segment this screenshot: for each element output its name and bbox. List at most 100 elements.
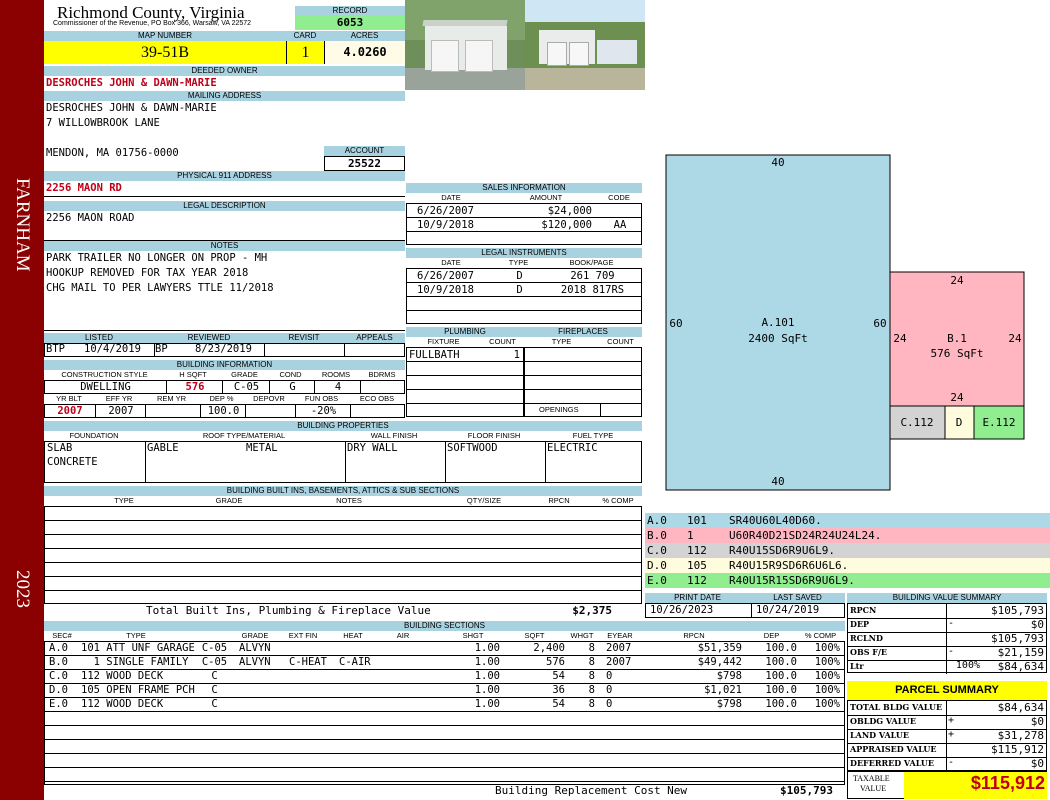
last-saved: 10/24/2019 xyxy=(756,604,820,616)
instrument-row-1-book: 261 709 xyxy=(570,270,615,282)
summary-label: RPCN xyxy=(850,605,877,615)
section-cell: 54 xyxy=(552,670,565,682)
map-number: 39-51B xyxy=(44,41,286,64)
section-cell: A.0 xyxy=(49,642,68,654)
built-ins-table xyxy=(44,506,642,604)
section-header: SEC# xyxy=(52,631,72,640)
summary-value: $0 xyxy=(1030,715,1044,728)
section-cell: 100% xyxy=(814,642,840,654)
sketch-b-top: 24 xyxy=(950,274,964,287)
summary-value: $105,793 xyxy=(991,632,1044,645)
effective-year: 2007 xyxy=(95,405,146,418)
section-cell: C-05 xyxy=(201,656,228,668)
sales-amount-header: AMOUNT xyxy=(529,193,563,202)
district-sidebar: FARNHAM 2023 xyxy=(0,0,44,800)
section-cell: 1 SINGLE FAMILY xyxy=(81,656,189,668)
record-label: RECORD xyxy=(295,6,405,16)
fireplace-table: OPENINGS xyxy=(524,347,642,417)
instrument-book-header: BOOK/PAGE xyxy=(569,258,614,267)
sketch-code-sec: D.0 xyxy=(647,559,667,572)
sketch-code-type: 105 xyxy=(687,559,707,572)
sketch-code-vector: R40U15R9SD6R6U6L6. xyxy=(729,559,849,572)
sales-row-2-amount: $120,000 xyxy=(541,219,592,231)
sketch-b-left: 24 xyxy=(893,332,907,345)
summary-label: TOTAL BLDG VALUE xyxy=(850,702,943,712)
county-address: Commissioner of the Revenue, PO Box 366,… xyxy=(53,20,252,27)
section-cell: 8 xyxy=(588,670,595,682)
map-number-label: MAP NUMBER xyxy=(44,31,286,41)
section-header: % COMP xyxy=(804,631,837,640)
summary-label: DEFERRED VALUE xyxy=(850,758,934,768)
replacement-cost-label: Building Replacement Cost New xyxy=(495,784,688,797)
heated-sqft: 576 xyxy=(166,381,223,394)
roof-material: METAL xyxy=(246,442,278,454)
plumbing-count-header: COUNT xyxy=(489,337,516,346)
section-cell: ALVYN xyxy=(239,656,271,668)
floor-header: FLOOR FINISH xyxy=(467,431,521,440)
remaining-year xyxy=(145,405,201,418)
sales-row-2-code: AA xyxy=(613,219,627,231)
depreciation-override xyxy=(245,405,296,418)
sketch-code-vector: U60R40D21SD24R24U24L24. xyxy=(729,529,882,542)
summary-sign: - xyxy=(948,618,955,629)
sketch-code-row: D.0 105 R40U15R9SD6R6U6L6. xyxy=(645,558,1050,573)
wall-header: WALL FINISH xyxy=(370,431,418,440)
instrument-row-2-date: 10/9/2018 xyxy=(417,284,474,296)
building-sections-table: A.0 101 ATT UNF GARAGE C-05 ALVYN 1.00 2,400 8… xyxy=(44,641,845,785)
instrument-row-1-type: D xyxy=(516,270,523,282)
physical-address: 2256 MAON RD xyxy=(46,182,122,194)
sketch-code-sec: C.0 xyxy=(647,544,667,557)
sketch-codes: A.0 101 SR40U60L40D60. B.0 1 U60R40D21SD24R24… xyxy=(645,513,1050,588)
section-header: EXT FIN xyxy=(288,631,318,640)
section-cell: 100.0 xyxy=(765,684,797,696)
physical-address-label: PHYSICAL 911 ADDRESS xyxy=(44,171,405,181)
taxable-label-1: TAXABLE xyxy=(853,774,890,783)
building-sections-label: BUILDING SECTIONS xyxy=(44,621,845,631)
section-cell: $798 xyxy=(716,670,742,682)
grade: C-05 xyxy=(222,381,270,394)
replacement-cost-value: $105,793 xyxy=(780,784,833,797)
sketch-d-label: D xyxy=(956,416,963,429)
summary-value: $0 xyxy=(1030,757,1044,770)
sketch-a-bottom: 40 xyxy=(771,475,784,488)
section-header: EYEAR xyxy=(607,631,633,640)
sketch-a-label: A.101 xyxy=(761,316,794,329)
section-cell: 8 xyxy=(588,656,595,668)
section-cell: D.0 xyxy=(49,684,68,696)
fireplaces-label: FIREPLACES xyxy=(524,327,642,337)
note-line-3: CHG MAIL TO PER LAWYERS TTLE 11/2018 xyxy=(46,282,274,294)
summary-label: OBLDG VALUE xyxy=(850,716,916,726)
openings-label: OPENINGS xyxy=(539,405,579,414)
building-properties-label: BUILDING PROPERTIES xyxy=(44,421,642,431)
summary-label: APPRAISED VALUE xyxy=(850,744,937,754)
sales-row-2-date: 10/9/2018 xyxy=(417,219,474,231)
section-header: SQFT xyxy=(524,631,545,640)
section-header: RPCN xyxy=(683,631,705,640)
listed-date: 10/4/2019 xyxy=(84,343,141,355)
builtin-rpcn-header: RPCN xyxy=(548,496,570,505)
section-cell: C xyxy=(211,684,218,696)
summary-value: $84,634 xyxy=(997,701,1044,714)
deeded-owner-label: DEEDED OWNER xyxy=(44,66,405,76)
plumbing-table: FULLBATH 1 xyxy=(406,347,524,417)
fireplace-type-header: TYPE xyxy=(551,337,572,346)
instrument-type-header: TYPE xyxy=(508,258,529,267)
summary-value: $0 xyxy=(1030,618,1044,631)
sketch-a-left: 60 xyxy=(669,317,682,330)
listed-header: LISTED xyxy=(44,333,154,343)
summary-label: DEP xyxy=(850,619,870,629)
sketch-code-sec: B.0 xyxy=(647,529,667,542)
legal-instruments-table: 6/26/2007 D 261 709 10/9/2018 D 2018 817… xyxy=(406,268,642,324)
section-cell: 8 xyxy=(588,684,595,696)
section-cell: 0 xyxy=(606,670,613,682)
section-cell: 100% xyxy=(814,656,840,668)
summary-row: DEP - $0 xyxy=(848,618,1046,633)
section-cell: C xyxy=(211,698,218,710)
legal-instruments-label: LEGAL INSTRUMENTS xyxy=(406,248,642,258)
sketch-code-vector: R40U15R15SD6R9U6L9. xyxy=(729,574,855,587)
summary-label: OBS F/E xyxy=(850,647,887,657)
section-header: TYPE xyxy=(126,631,146,640)
sketch-code-type: 101 xyxy=(687,514,707,527)
notes-label: NOTES xyxy=(44,241,405,251)
sketch-code-row: E.0 112 R40U15R15SD6R9U6L9. xyxy=(645,573,1050,588)
